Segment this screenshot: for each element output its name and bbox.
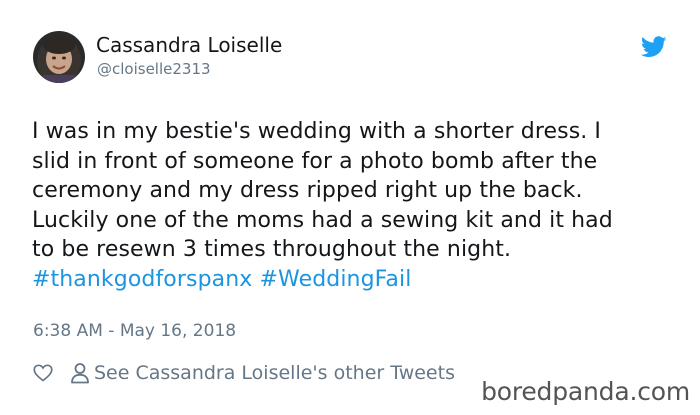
tweet-text: I was in my bestie's wedding with a shor… bbox=[32, 117, 682, 295]
twitter-bird-icon[interactable] bbox=[641, 36, 667, 58]
tweet-text-line: ceremony and my dress ripped right up th… bbox=[32, 178, 583, 204]
hashtag-link[interactable]: #WeddingFail bbox=[259, 267, 411, 292]
tweet-text-line: to be resewn 3 times throughout the nigh… bbox=[32, 237, 512, 263]
person-icon[interactable] bbox=[70, 362, 90, 384]
author-name[interactable]: Cassandra Loiselle bbox=[96, 33, 282, 57]
tweet-text-line: Luckily one of the moms had a sewing kit… bbox=[32, 207, 613, 233]
tweet-card: Cassandra Loiselle @cloiselle2313 I was … bbox=[0, 0, 700, 415]
tweet-timestamp[interactable]: 6:38 AM - May 16, 2018 bbox=[33, 321, 236, 341]
other-tweets-link[interactable]: See Cassandra Loiselle's other Tweets bbox=[94, 362, 455, 384]
tweet-text-line: slid in front of someone for a photo bom… bbox=[32, 148, 598, 174]
tweet-actions: See Cassandra Loiselle's other Tweets bbox=[33, 360, 455, 386]
hashtag-line: #thankgodforspanx #WeddingFail bbox=[32, 265, 682, 295]
author-handle[interactable]: @cloiselle2313 bbox=[97, 60, 211, 78]
heart-icon[interactable] bbox=[33, 363, 53, 383]
watermark: boredpanda.com bbox=[479, 377, 692, 406]
avatar[interactable] bbox=[33, 31, 85, 83]
hashtag-link[interactable]: #thankgodforspanx bbox=[32, 267, 252, 292]
avatar-photo bbox=[33, 31, 85, 83]
tweet-text-line: I was in my bestie's wedding with a shor… bbox=[32, 119, 602, 144]
